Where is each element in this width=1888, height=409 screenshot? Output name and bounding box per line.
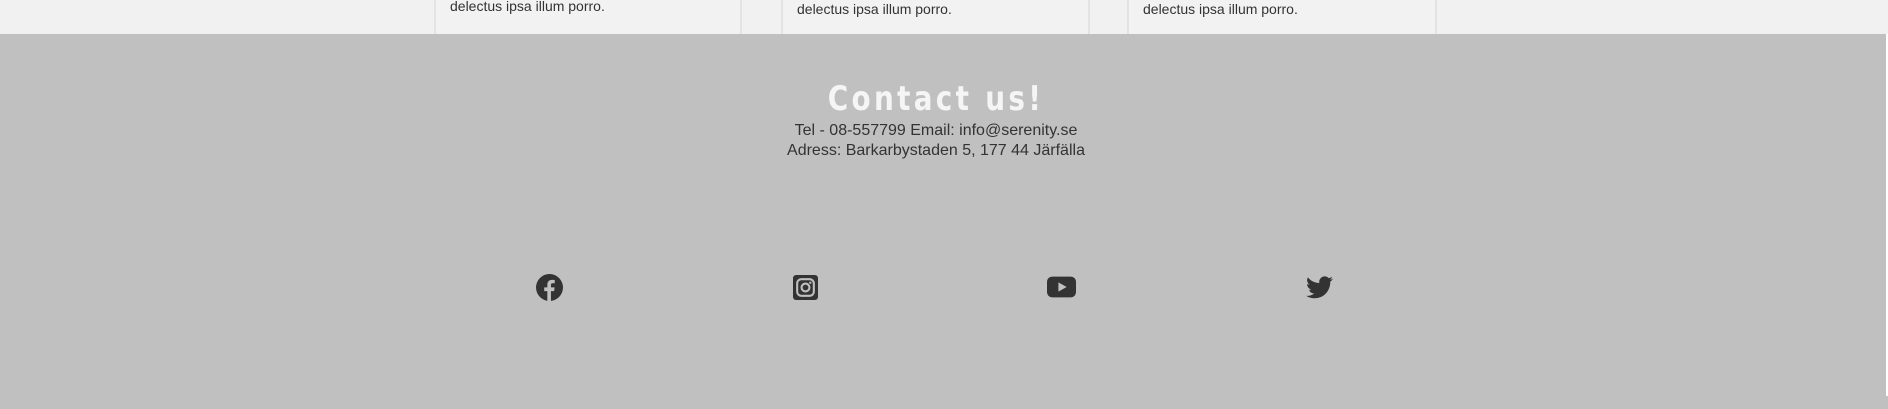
youtube-link[interactable]	[1046, 272, 1076, 302]
info-card: delectus ipsa illum porro.	[1127, 0, 1437, 34]
youtube-icon	[1046, 276, 1076, 298]
instagram-icon	[792, 274, 818, 300]
contact-title: Contact us!	[827, 79, 1045, 119]
info-card: delectus ipsa illum porro.	[781, 0, 1090, 34]
twitter-link[interactable]	[1304, 272, 1334, 302]
facebook-link[interactable]	[534, 272, 564, 302]
card-text: delectus ipsa illum porro.	[797, 1, 952, 17]
card-text: delectus ipsa illum porro.	[450, 0, 605, 14]
address-details: Adress: Barkarbystaden 5, 177 44 Järfäll…	[787, 142, 1085, 159]
card-text: delectus ipsa illum porro.	[1143, 1, 1298, 17]
facebook-icon	[535, 273, 563, 301]
info-card: delectus ipsa illum porro.	[434, 0, 742, 34]
cards-strip: delectus ipsa illum porro. delectus ipsa…	[0, 0, 1888, 35]
contact-details: Tel - 08-557799 Email: info@serenity.se	[794, 122, 1078, 139]
twitter-icon	[1305, 275, 1333, 299]
instagram-link[interactable]	[790, 272, 820, 302]
footer: Contact us! Tel - 08-557799 Email: info@…	[0, 34, 1888, 409]
